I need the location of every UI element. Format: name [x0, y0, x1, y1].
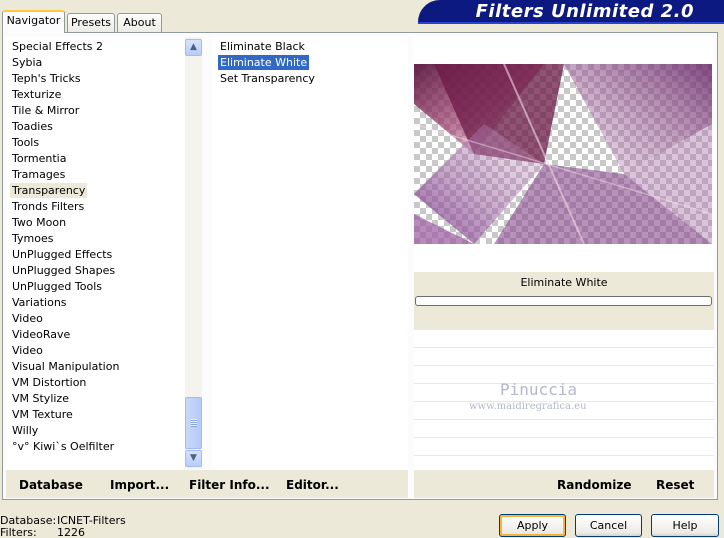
parameter-row: [414, 420, 714, 438]
scroll-down-button[interactable]: ▼: [185, 450, 202, 467]
category-item[interactable]: Tronds Filters: [10, 199, 86, 214]
editor-button[interactable]: Editor...: [286, 478, 339, 492]
category-item[interactable]: VideoRave: [10, 327, 72, 342]
watermark-name: Pinuccia: [500, 380, 578, 399]
category-list[interactable]: Special Effects 2 Sybia Teph's Tricks Textu…: [6, 37, 202, 469]
cancel-button[interactable]: Cancel: [575, 514, 642, 537]
parameter-row: [414, 330, 714, 348]
tab-about[interactable]: About: [117, 13, 162, 32]
preview-image: [414, 64, 712, 244]
category-item[interactable]: Texturize: [10, 87, 63, 102]
category-item[interactable]: Special Effects 2: [10, 39, 105, 54]
category-item[interactable]: Willy: [10, 423, 40, 438]
category-item[interactable]: Video: [10, 311, 45, 326]
category-item[interactable]: Teph's Tricks: [10, 71, 83, 86]
parameter-row: [414, 438, 714, 456]
category-item[interactable]: Tormentia: [10, 151, 68, 166]
filter-name-band: Eliminate White: [414, 272, 714, 330]
category-item[interactable]: °v° Kiwi`s Oelfilter: [10, 439, 116, 454]
filters-count-value: 1226: [57, 526, 85, 538]
parameter-row: [414, 348, 714, 366]
category-item[interactable]: UnPlugged Tools: [10, 279, 104, 294]
category-item[interactable]: VM Texture: [10, 407, 75, 422]
reset-button[interactable]: Reset: [656, 478, 694, 492]
category-item[interactable]: UnPlugged Effects: [10, 247, 114, 262]
category-item[interactable]: UnPlugged Shapes: [10, 263, 117, 278]
help-button[interactable]: Help: [651, 514, 719, 537]
category-item[interactable]: VM Distortion: [10, 375, 88, 390]
filter-item[interactable]: Eliminate White: [218, 55, 310, 70]
header-banner: Filters Unlimited 2.0: [418, 0, 724, 24]
category-item[interactable]: Visual Manipulation: [10, 359, 121, 374]
filter-item[interactable]: Set Transparency: [218, 71, 317, 86]
filter-info-button[interactable]: Filter Info...: [189, 478, 270, 492]
category-item[interactable]: Video: [10, 343, 45, 358]
category-item[interactable]: Toadies: [10, 119, 55, 134]
apply-button[interactable]: Apply: [499, 514, 566, 537]
tab-navigator[interactable]: Navigator: [2, 10, 65, 33]
category-item[interactable]: VM Stylize: [10, 391, 71, 406]
category-item[interactable]: Tymoes: [10, 231, 55, 246]
grip-icon: [191, 419, 197, 427]
progress-bar: [415, 296, 712, 306]
scroll-thumb[interactable]: [185, 397, 202, 449]
category-item[interactable]: Transparency: [10, 183, 88, 198]
category-item[interactable]: Tile & Mirror: [10, 103, 81, 118]
current-filter-name: Eliminate White: [520, 276, 608, 289]
toolbar-right: Randomize Reset: [414, 470, 714, 498]
watermark-url: www.maidiregrafica.eu: [469, 401, 587, 412]
import-button[interactable]: Import...: [110, 478, 169, 492]
category-scrollbar[interactable]: ▲ ▼: [185, 37, 202, 469]
category-item[interactable]: Tools: [10, 135, 41, 150]
tab-presets[interactable]: Presets: [67, 13, 115, 32]
app-title: Filters Unlimited 2.0: [475, 1, 694, 22]
database-button[interactable]: Database: [19, 478, 83, 492]
chevron-down-icon: ▼: [190, 453, 197, 463]
filters-count-label: Filters:: [0, 526, 37, 538]
chevron-up-icon: ▲: [190, 42, 197, 52]
randomize-button[interactable]: Randomize: [557, 478, 631, 492]
scroll-up-button[interactable]: ▲: [185, 39, 202, 56]
toolbar: Database Import... Filter Info... Editor…: [6, 470, 408, 498]
category-item[interactable]: Variations: [10, 295, 69, 310]
category-item[interactable]: Two Moon: [10, 215, 68, 230]
category-item[interactable]: Sybia: [10, 55, 44, 70]
filter-list[interactable]: Eliminate Black Eliminate White Set Transp…: [212, 37, 408, 469]
category-item[interactable]: Tramages: [10, 167, 67, 182]
filter-item[interactable]: Eliminate Black: [218, 39, 307, 54]
